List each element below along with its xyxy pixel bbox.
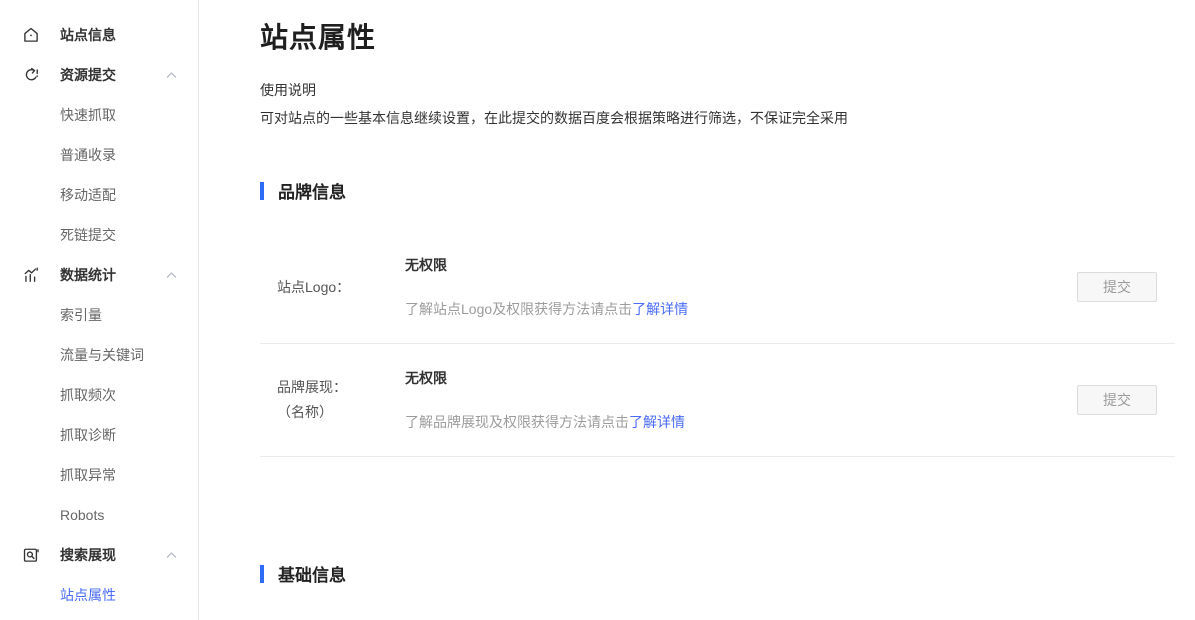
icon-spacer	[22, 426, 40, 444]
icon-spacer	[22, 226, 40, 244]
sidebar-item-9[interactable]: 抓取频次	[0, 375, 198, 415]
sidebar-item-8[interactable]: 流量与关键词	[0, 335, 198, 375]
usage-label: 使用说明	[260, 80, 1175, 100]
submit-icon	[22, 66, 40, 84]
chevron-up-icon[interactable]	[166, 271, 177, 279]
icon-spacer	[22, 146, 40, 164]
usage-description: 可对站点的一些基本信息继续设置，在此提交的数据百度会根据策略进行筛选，不保证完全…	[260, 108, 1175, 128]
sidebar-item-0[interactable]: 站点信息	[0, 15, 198, 55]
info-row-1: 品牌展现：（名称）无权限了解品牌展现及权限获得方法请点击了解详情提交	[260, 344, 1175, 457]
sidebar-item-3[interactable]: 普通收录	[0, 135, 198, 175]
row-label: 品牌展现：（名称）	[260, 375, 405, 425]
chevron-up-icon[interactable]	[166, 551, 177, 559]
row-content: 无权限了解品牌展现及权限获得方法请点击了解详情	[405, 368, 1077, 432]
sidebar-item-5[interactable]: 死链提交	[0, 215, 198, 255]
icon-spacer	[22, 506, 40, 524]
brand-section-header: 品牌信息	[260, 178, 1175, 203]
main-content: 站点属性 使用说明 可对站点的一些基本信息继续设置，在此提交的数据百度会根据策略…	[199, 0, 1195, 620]
sidebar-item-label: Robots	[60, 507, 104, 523]
basic-section-header: 基础信息	[260, 561, 1175, 586]
sidebar-item-14-active[interactable]: 站点属性	[0, 575, 198, 615]
sidebar-item-label: 快速抓取	[60, 105, 116, 125]
page-title: 站点属性	[260, 18, 1175, 58]
sidebar-item-label: 死链提交	[60, 225, 116, 245]
sidebar-item-11[interactable]: 抓取异常	[0, 455, 198, 495]
submit-button[interactable]: 提交	[1077, 272, 1157, 302]
icon-spacer	[22, 386, 40, 404]
permission-status: 无权限	[405, 368, 1077, 388]
sidebar-item-4[interactable]: 移动适配	[0, 175, 198, 215]
sidebar-item-1[interactable]: 资源提交	[0, 55, 198, 95]
section-accent-bar	[260, 182, 264, 200]
row-label-line: 站点Logo：	[277, 275, 405, 300]
sidebar-item-label: 站点信息	[60, 25, 116, 45]
row-description-text: 了解站点Logo及权限获得方法请点击	[405, 301, 632, 317]
info-row-0: 站点Logo：无权限了解站点Logo及权限获得方法请点击了解详情提交	[260, 231, 1175, 344]
sidebar-item-label: 流量与关键词	[60, 345, 144, 365]
icon-spacer	[22, 466, 40, 484]
icon-spacer	[22, 186, 40, 204]
row-label-line: 品牌展现：	[277, 375, 405, 400]
sidebar-item-label: 索引量	[60, 305, 102, 325]
chevron-up-icon[interactable]	[166, 71, 177, 79]
sidebar-item-label: 搜索展现	[60, 545, 116, 565]
sidebar-item-label: 站点属性	[60, 585, 116, 605]
learn-more-link[interactable]: 了解详情	[632, 301, 688, 317]
chart-icon	[22, 266, 40, 284]
icon-spacer	[22, 106, 40, 124]
icon-spacer	[22, 306, 40, 324]
row-label: 站点Logo：	[260, 275, 405, 300]
basic-section-title: 基础信息	[278, 561, 346, 586]
sidebar-item-12[interactable]: Robots	[0, 495, 198, 535]
permission-status: 无权限	[405, 255, 1077, 275]
home-icon	[22, 26, 40, 44]
row-description: 了解品牌展现及权限获得方法请点击了解详情	[405, 412, 1077, 432]
row-description: 了解站点Logo及权限获得方法请点击了解详情	[405, 299, 1077, 319]
search-square-icon	[22, 546, 40, 564]
sidebar-item-label: 资源提交	[60, 65, 116, 85]
brand-rows: 站点Logo：无权限了解站点Logo及权限获得方法请点击了解详情提交品牌展现：（…	[260, 231, 1175, 457]
row-content: 无权限了解站点Logo及权限获得方法请点击了解详情	[405, 255, 1077, 319]
icon-spacer	[22, 586, 40, 604]
icon-spacer	[22, 346, 40, 364]
sidebar-item-label: 抓取频次	[60, 385, 116, 405]
sidebar-item-label: 普通收录	[60, 145, 116, 165]
sidebar-item-label: 抓取诊断	[60, 425, 116, 445]
sidebar-item-2[interactable]: 快速抓取	[0, 95, 198, 135]
sidebar-item-label: 数据统计	[60, 265, 116, 285]
learn-more-link[interactable]: 了解详情	[629, 414, 685, 430]
sidebar-nav: 站点信息资源提交快速抓取普通收录移动适配死链提交数据统计索引量流量与关键词抓取频…	[0, 0, 199, 620]
brand-section-title: 品牌信息	[278, 178, 346, 203]
sidebar-item-label: 抓取异常	[60, 465, 116, 485]
sidebar-item-label: 移动适配	[60, 185, 116, 205]
row-label-line: （名称）	[277, 400, 405, 425]
section-accent-bar	[260, 565, 264, 583]
sidebar-item-6[interactable]: 数据统计	[0, 255, 198, 295]
sidebar-item-13[interactable]: 搜索展现	[0, 535, 198, 575]
sidebar-item-7[interactable]: 索引量	[0, 295, 198, 335]
sidebar-item-10[interactable]: 抓取诊断	[0, 415, 198, 455]
row-description-text: 了解品牌展现及权限获得方法请点击	[405, 414, 629, 430]
submit-button[interactable]: 提交	[1077, 385, 1157, 415]
app-window: 站点信息资源提交快速抓取普通收录移动适配死链提交数据统计索引量流量与关键词抓取频…	[0, 0, 1195, 620]
